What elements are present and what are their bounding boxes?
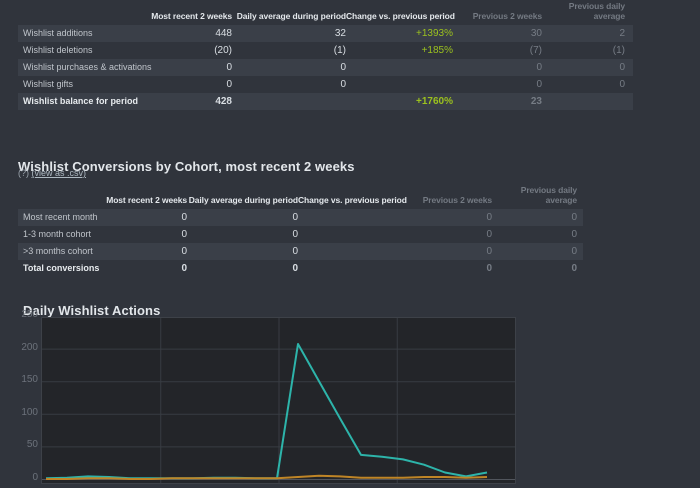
row-label: Wishlist deletions (18, 42, 136, 59)
cell-previous-2-weeks: 30 (453, 25, 542, 42)
summary-header-row: Most recent 2 weeks Daily average during… (18, 0, 633, 25)
row-wishlist-purchases: Wishlist purchases & activations 0 0 0 0 (18, 59, 633, 76)
y-tick-label: 0 (20, 472, 38, 483)
help-icon[interactable]: (?) (18, 168, 29, 178)
cell-change: +1760% (346, 93, 453, 110)
row-label: >3 months cohort (18, 243, 103, 260)
cell-previous-daily-average: 0 (492, 209, 577, 226)
chart-y-axis: 250 200 150 100 50 0 (20, 310, 38, 482)
row-wishlist-gifts: Wishlist gifts 0 0 0 0 (18, 76, 633, 93)
cell-daily-average: 0 (232, 76, 346, 93)
y-tick-label: 150 (20, 374, 38, 385)
series-additions-line (46, 344, 487, 478)
cell-previous-2-weeks: 23 (453, 93, 542, 110)
row-label: Wishlist gifts (18, 76, 136, 93)
col-header-previous-daily-average: Previous daily average (542, 2, 625, 22)
cell-previous-daily-average: (1) (542, 42, 625, 59)
view-as-csv-link[interactable]: (view as .csv) (32, 168, 87, 178)
cell-most-recent: 0 (103, 209, 187, 226)
col-header-daily-average: Daily average during period (187, 196, 298, 206)
cell-previous-2-weeks: 0 (403, 226, 492, 243)
row-label: Most recent month (18, 209, 103, 226)
col-header-change: Change vs. previous period (298, 196, 403, 206)
row-1-3-month-cohort: 1-3 month cohort 0 0 0 0 (18, 226, 583, 243)
row-total-conversions: Total conversions 0 0 0 0 (18, 260, 583, 277)
cell-daily-average: 0 (187, 260, 298, 277)
cell-previous-2-weeks: 0 (403, 260, 492, 277)
row-wishlist-deletions: Wishlist deletions (20) (1) +185% (7) (1… (18, 42, 633, 59)
cell-most-recent: 448 (136, 25, 232, 42)
cell-daily-average: 0 (187, 243, 298, 260)
row-label: Wishlist balance for period (18, 93, 136, 110)
cell-previous-2-weeks: 0 (453, 76, 542, 93)
cell-daily-average: 32 (232, 25, 346, 42)
cohort-conversions-table: Most recent 2 weeks Daily average during… (18, 184, 583, 277)
col-header-most-recent: Most recent 2 weeks (136, 12, 232, 22)
col-header-previous-2-weeks: Previous 2 weeks (403, 196, 492, 206)
cell-previous-daily-average: 0 (542, 59, 625, 76)
cell-most-recent: 0 (136, 76, 232, 93)
cell-change: +185% (346, 42, 453, 59)
row-wishlist-additions: Wishlist additions 448 32 +1393% 30 2 (18, 25, 633, 42)
row-most-recent-month: Most recent month 0 0 0 0 (18, 209, 583, 226)
cell-previous-daily-average: 0 (542, 76, 625, 93)
row-label: Wishlist additions (18, 25, 136, 42)
cell-previous-2-weeks: 0 (403, 209, 492, 226)
cell-previous-daily-average: 0 (492, 260, 577, 277)
cell-most-recent: 0 (136, 59, 232, 76)
cohort-header-row: Most recent 2 weeks Daily average during… (18, 184, 583, 209)
daily-wishlist-actions-chart: 250 200 150 100 50 0 (20, 310, 514, 488)
y-tick-label: 200 (20, 342, 38, 353)
cell-previous-2-weeks: (7) (453, 42, 542, 59)
col-header-previous-2-weeks: Previous 2 weeks (453, 12, 542, 22)
cell-most-recent: (20) (136, 42, 232, 59)
cohort-help-line: (?) (view as .csv) (18, 168, 86, 178)
cell-daily-average: 0 (232, 59, 346, 76)
row-over-3-months-cohort: >3 months cohort 0 0 0 0 (18, 243, 583, 260)
cell-daily-average: (1) (232, 42, 346, 59)
col-header-most-recent: Most recent 2 weeks (103, 196, 187, 206)
row-label: Wishlist purchases & activations (18, 59, 136, 76)
row-label: Total conversions (18, 260, 103, 277)
cell-most-recent: 0 (103, 260, 187, 277)
cell-previous-2-weeks: 0 (403, 243, 492, 260)
wishlist-actions-plot-svg (42, 318, 515, 483)
cell-daily-average: 0 (187, 226, 298, 243)
cell-change: +1393% (346, 25, 453, 42)
steam-wishlist-dashboard: { "table1": { "headers": ["", "Most rece… (0, 0, 700, 488)
cell-previous-daily-average: 2 (542, 25, 625, 42)
row-label: 1-3 month cohort (18, 226, 103, 243)
cell-previous-daily-average: 0 (492, 243, 577, 260)
col-header-daily-average: Daily average during period (232, 12, 346, 22)
cell-previous-2-weeks: 0 (453, 59, 542, 76)
chart-plot-area (41, 317, 516, 484)
col-header-change: Change vs. previous period (346, 12, 453, 22)
row-wishlist-balance: Wishlist balance for period 428 +1760% 2… (18, 93, 633, 110)
cell-most-recent: 428 (136, 93, 232, 110)
cell-most-recent: 0 (103, 243, 187, 260)
wishlist-summary-table: Most recent 2 weeks Daily average during… (18, 0, 633, 110)
cell-previous-daily-average: 0 (492, 226, 577, 243)
col-header-previous-daily-average: Previous daily average (492, 186, 577, 206)
cell-most-recent: 0 (103, 226, 187, 243)
y-tick-label: 50 (20, 439, 38, 450)
cell-daily-average: 0 (187, 209, 298, 226)
y-tick-label: 100 (20, 407, 38, 418)
y-tick-label: 250 (20, 309, 38, 320)
